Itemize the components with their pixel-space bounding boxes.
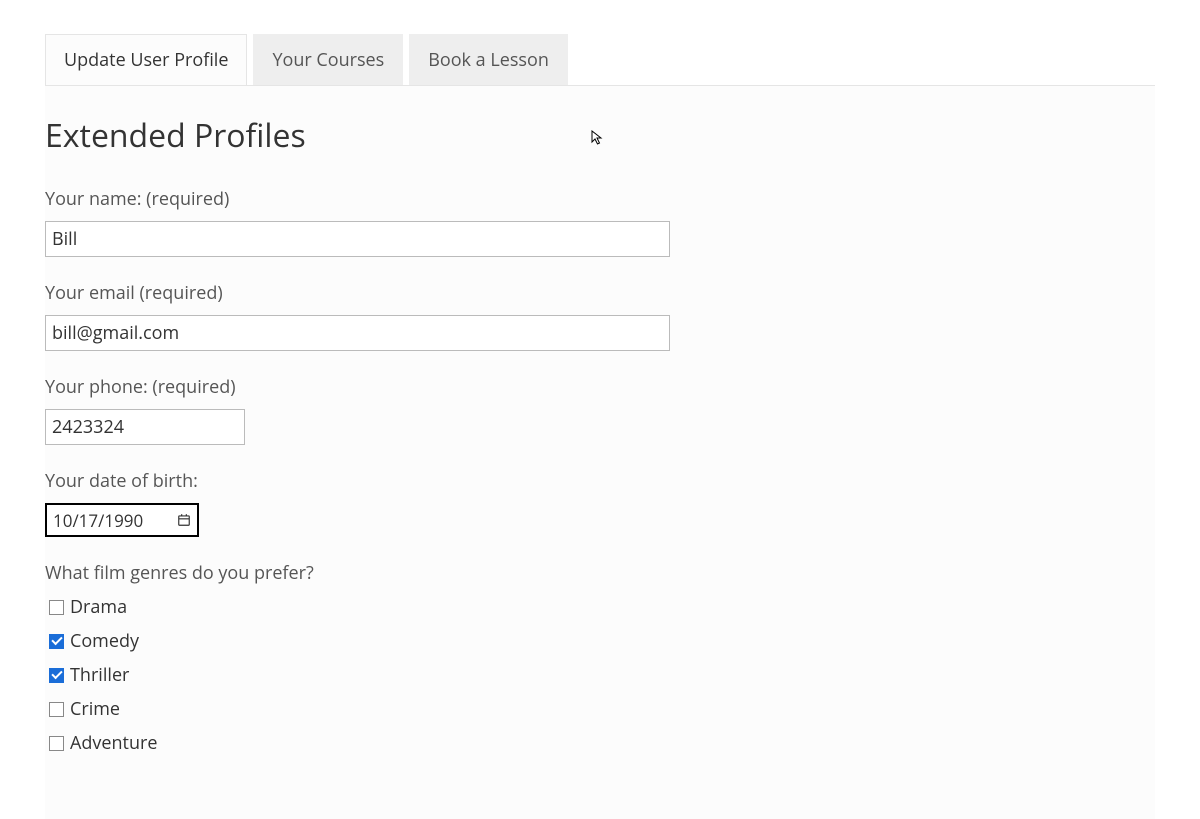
calendar-icon	[177, 513, 191, 527]
form-group-dob: Your date of birth: 10/17/1990	[45, 469, 1155, 537]
page-title: Extended Profiles	[45, 114, 1155, 157]
tabs-bar: Update User Profile Your Courses Book a …	[45, 34, 1155, 85]
label-phone: Your phone: (required)	[45, 375, 1155, 399]
checkbox-label-thriller[interactable]: Thriller	[70, 663, 129, 687]
dob-input[interactable]: 10/17/1990	[45, 503, 199, 537]
checkbox-adventure[interactable]	[49, 736, 64, 751]
checkbox-comedy[interactable]	[49, 634, 64, 649]
checkbox-list-genres: Drama Comedy Thriller Crime Adventure	[45, 595, 1155, 755]
checkbox-label-adventure[interactable]: Adventure	[70, 731, 157, 755]
form-group-phone: Your phone: (required)	[45, 375, 1155, 445]
checkbox-drama[interactable]	[49, 600, 64, 615]
dob-value: 10/17/1990	[53, 509, 143, 532]
name-input[interactable]	[45, 221, 670, 257]
checkbox-thriller[interactable]	[49, 668, 64, 683]
label-genres: What film genres do you prefer?	[45, 561, 1155, 585]
label-name: Your name: (required)	[45, 187, 1155, 211]
tab-content: Extended Profiles Your name: (required) …	[45, 85, 1155, 819]
label-email: Your email (required)	[45, 281, 1155, 305]
form-group-genres: What film genres do you prefer? Drama Co…	[45, 561, 1155, 755]
checkbox-row-thriller: Thriller	[49, 663, 1155, 687]
checkbox-label-drama[interactable]: Drama	[70, 595, 127, 619]
form-group-name: Your name: (required)	[45, 187, 1155, 257]
checkbox-row-adventure: Adventure	[49, 731, 1155, 755]
checkbox-crime[interactable]	[49, 702, 64, 717]
checkbox-label-comedy[interactable]: Comedy	[70, 629, 139, 653]
checkbox-label-crime[interactable]: Crime	[70, 697, 120, 721]
tab-update-user-profile[interactable]: Update User Profile	[45, 34, 247, 85]
label-dob: Your date of birth:	[45, 469, 1155, 493]
phone-input[interactable]	[45, 409, 245, 445]
email-input[interactable]	[45, 315, 670, 351]
tab-your-courses[interactable]: Your Courses	[253, 34, 403, 85]
form-group-email: Your email (required)	[45, 281, 1155, 351]
tab-book-a-lesson[interactable]: Book a Lesson	[409, 34, 568, 85]
checkbox-row-drama: Drama	[49, 595, 1155, 619]
checkbox-row-crime: Crime	[49, 697, 1155, 721]
checkbox-row-comedy: Comedy	[49, 629, 1155, 653]
